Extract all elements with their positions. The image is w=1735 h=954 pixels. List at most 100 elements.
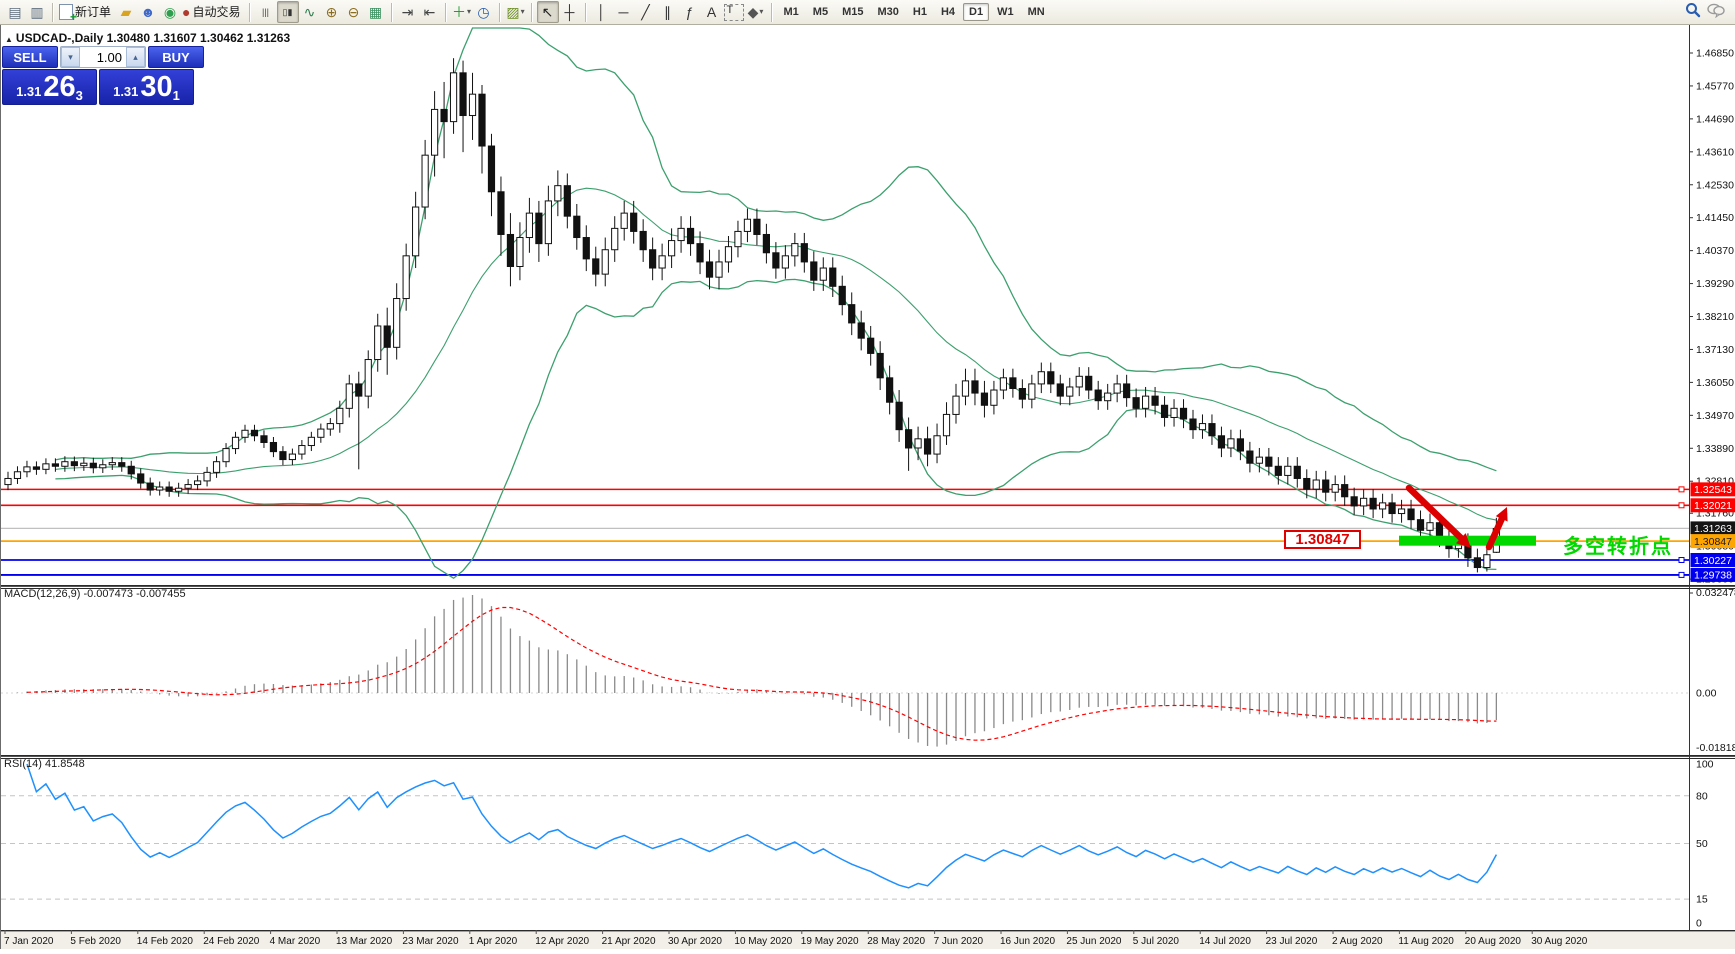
- gold-icon[interactable]: ▰: [115, 1, 137, 23]
- support-line-1-badge-label: 1.30227: [1694, 555, 1732, 567]
- line-chart-icon[interactable]: ∿: [299, 1, 321, 23]
- price-tick-label: 1.43610: [1696, 146, 1734, 158]
- sell-price-major: 1.31: [16, 84, 41, 99]
- date-label: 7 Jun 2020: [934, 936, 984, 947]
- buy-quote-panel[interactable]: 1.31301: [99, 69, 194, 105]
- date-label: 14 Jul 2020: [1199, 936, 1251, 947]
- date-label: 20 Aug 2020: [1465, 936, 1522, 947]
- crosshair-icon[interactable]: ┼: [559, 1, 581, 23]
- search-icon[interactable]: [1685, 2, 1701, 23]
- chevron-down-icon[interactable]: ▾: [759, 8, 763, 16]
- macd-axis-zero: 0.00: [1696, 688, 1717, 700]
- bar-chart-icon[interactable]: |||: [255, 1, 277, 23]
- date-label: 11 Aug 2020: [1398, 936, 1454, 947]
- rsi-axis-label: 80: [1696, 790, 1708, 802]
- chevron-down-icon[interactable]: ▾: [467, 8, 471, 16]
- support-line-2-handle[interactable]: [1679, 572, 1684, 577]
- price-tick-label: 1.37130: [1696, 344, 1734, 356]
- clock-icon[interactable]: ◷: [473, 1, 495, 23]
- sell-price-point: 3: [76, 88, 83, 103]
- panel-separator: [1, 755, 1735, 757]
- price-tick-label: 1.34970: [1696, 410, 1734, 422]
- buy-button[interactable]: BUY: [148, 46, 204, 68]
- date-label: 23 Mar 2020: [402, 936, 459, 947]
- date-label: 19 May 2020: [801, 936, 859, 947]
- autotrade-button[interactable]: ●自动交易: [181, 1, 244, 23]
- macd-signal-line: [27, 608, 1496, 741]
- timeframe-mn[interactable]: MN: [1022, 3, 1051, 21]
- pivot-note-text[interactable]: 多空转折点: [1563, 530, 1673, 559]
- timeframe-m15[interactable]: M15: [836, 3, 869, 21]
- text-icon[interactable]: A: [701, 1, 723, 23]
- resistance-line-1-handle[interactable]: [1679, 487, 1684, 492]
- volume-input[interactable]: [80, 47, 126, 67]
- toolbar-items: ▤▥ +新订单▰☻◉●自动交易 |||▯▮∿⊕⊖▦ ⇥⇤ ＋▾◷ ▨▾ ↖┼ │─╱∥ƒAT◆…: [4, 1, 1685, 23]
- volume-decrement-button[interactable]: ▾: [61, 47, 80, 67]
- current-price-line-badge-label: 1.31263: [1694, 523, 1732, 535]
- buy-price-point: 1: [173, 88, 180, 103]
- rsi-axis-label: 50: [1696, 838, 1708, 850]
- resistance-line-2-handle[interactable]: [1679, 503, 1684, 508]
- new-chart-icon[interactable]: ＋▾: [451, 1, 473, 23]
- buy-price-pips: 30: [140, 74, 172, 102]
- panel-separator: [1, 585, 1735, 587]
- vertical-line-icon[interactable]: │: [591, 1, 613, 23]
- sep3: [391, 3, 393, 22]
- text-label-icon[interactable]: T: [723, 1, 745, 23]
- cursor-icon[interactable]: ↖: [537, 1, 559, 23]
- zoom-in-icon[interactable]: ⊕: [321, 1, 343, 23]
- charts-list-icon[interactable]: ▤: [4, 1, 26, 23]
- date-label: 10 May 2020: [734, 936, 792, 947]
- sep6: [531, 3, 533, 22]
- support-line-1-handle[interactable]: [1679, 558, 1684, 563]
- timeframe-h1[interactable]: H1: [907, 3, 933, 21]
- date-label: 28 May 2020: [867, 936, 925, 947]
- chat-icon[interactable]: [1707, 2, 1725, 23]
- timeframe-h4[interactable]: H4: [935, 3, 961, 21]
- resistance-line-2-badge-label: 1.32021: [1694, 500, 1732, 512]
- rsi-axis-label: 0: [1696, 918, 1702, 930]
- buy-price-major: 1.31: [113, 84, 138, 99]
- sell-quote-panel[interactable]: 1.31263: [2, 69, 97, 105]
- trendline-icon[interactable]: ╱: [635, 1, 657, 23]
- volume-increment-button[interactable]: ▴: [126, 47, 145, 67]
- rsi-axis-label: 15: [1696, 894, 1708, 906]
- timeframe-m5[interactable]: M5: [807, 3, 834, 21]
- tile-windows-icon[interactable]: ▦: [365, 1, 387, 23]
- price-tick-label: 1.40370: [1696, 245, 1734, 257]
- collapse-marker-icon[interactable]: ▲: [5, 35, 13, 44]
- zoom-out-icon[interactable]: ⊖: [343, 1, 365, 23]
- candlestick-icon[interactable]: ▯▮: [277, 1, 299, 23]
- sell-button[interactable]: SELL: [2, 46, 58, 68]
- symbol-name: USDCAD-,Daily: [16, 31, 103, 45]
- symbol-info: ▲USDCAD-,Daily 1.30480 1.31607 1.30462 1…: [5, 31, 290, 45]
- rsi-line: [27, 764, 1496, 888]
- templates-icon[interactable]: ▨▾: [505, 1, 527, 23]
- market-watch-icon[interactable]: ▥: [26, 1, 48, 23]
- signals-icon[interactable]: ◉: [159, 1, 181, 23]
- price-flag-label[interactable]: 1.30847: [1284, 530, 1361, 549]
- sep7: [585, 3, 587, 22]
- date-label: 16 Jun 2020: [1000, 936, 1055, 947]
- sep2: [249, 3, 251, 22]
- price-tick-label: 1.38210: [1696, 311, 1734, 323]
- sell-price-pips: 26: [43, 74, 75, 102]
- fibonacci-icon[interactable]: ƒ: [679, 1, 701, 23]
- new-order-button[interactable]: +新订单: [58, 1, 115, 23]
- price-tick-label: 1.39290: [1696, 278, 1734, 290]
- timeframe-m30[interactable]: M30: [871, 3, 904, 21]
- auto-scroll-icon[interactable]: ⇥: [397, 1, 419, 23]
- candlestick-series[interactable]: [5, 58, 1500, 572]
- timeframe-m1[interactable]: M1: [778, 3, 805, 21]
- timeframe-d1[interactable]: D1: [963, 3, 989, 21]
- channel-icon[interactable]: ∥: [657, 1, 679, 23]
- date-label: 5 Feb 2020: [70, 936, 121, 947]
- chevron-down-icon[interactable]: ▾: [521, 8, 525, 16]
- chart-canvas[interactable]: 1.468501.457701.446901.436101.425301.414…: [1, 25, 1735, 949]
- horizontal-line-icon[interactable]: ─: [613, 1, 635, 23]
- timeframe-w1[interactable]: W1: [991, 3, 1020, 21]
- arrows-icon[interactable]: ◆▾: [745, 1, 767, 23]
- chart-shift-icon[interactable]: ⇤: [419, 1, 441, 23]
- community-icon[interactable]: ☻: [137, 1, 159, 23]
- chart-window[interactable]: 1.468501.457701.446901.436101.425301.414…: [0, 25, 1735, 949]
